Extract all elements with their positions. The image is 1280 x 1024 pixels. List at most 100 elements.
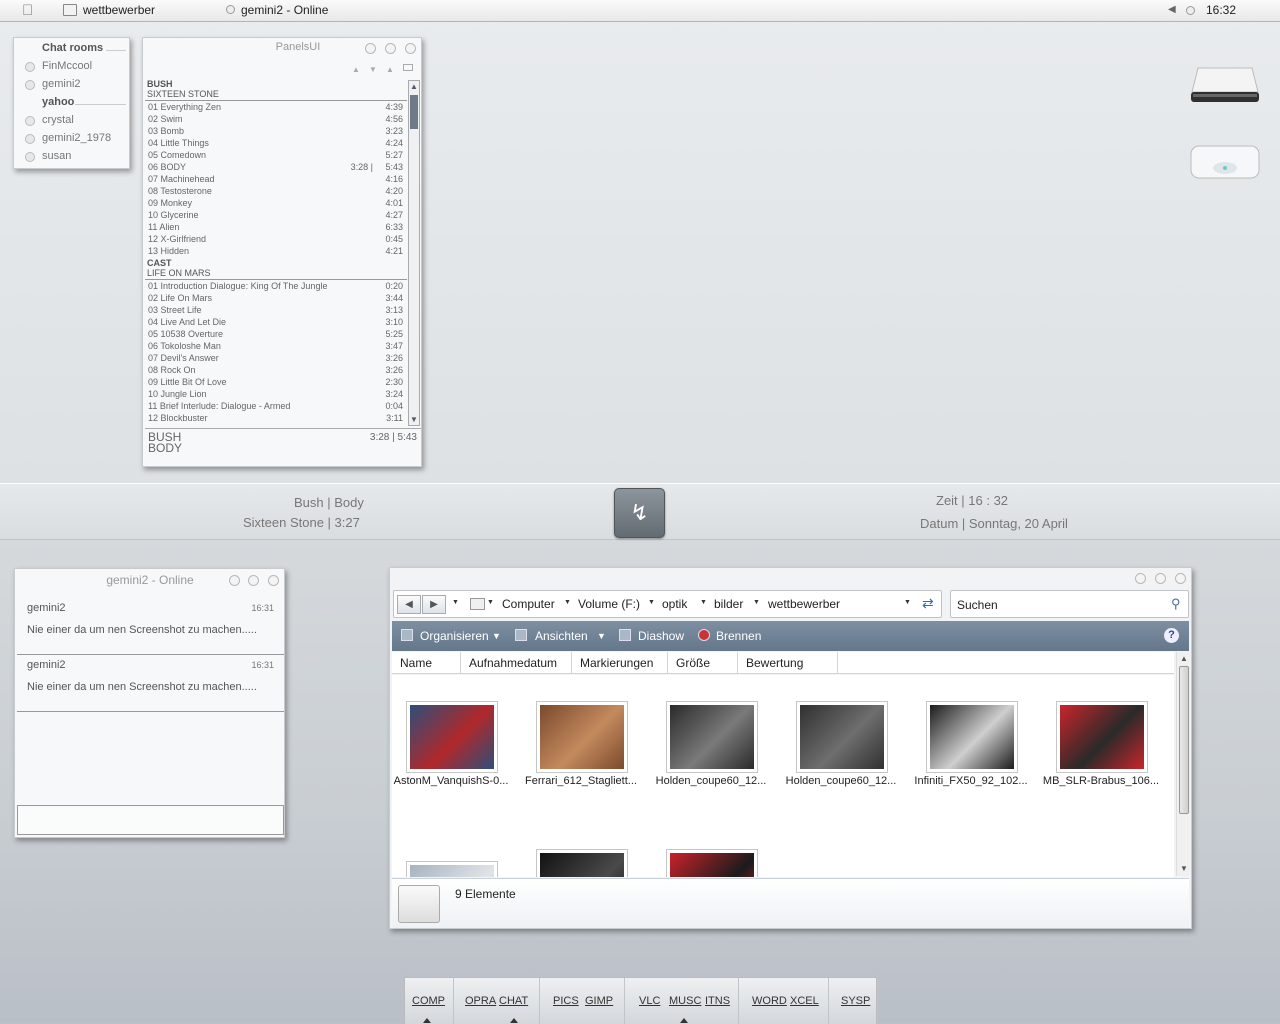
sort-up-icon[interactable]: ▲ xyxy=(352,65,360,74)
scroll-thumb[interactable] xyxy=(1179,666,1189,814)
chat-room-item[interactable]: crystal xyxy=(14,112,131,130)
close-button[interactable] xyxy=(268,575,279,586)
scroll-up-icon[interactable]: ▲ xyxy=(410,82,418,91)
chat-room-item[interactable]: gemini2_1978 xyxy=(14,130,131,148)
sort-down-icon[interactable]: ▼ xyxy=(369,65,377,74)
file-thumbnail[interactable] xyxy=(1056,701,1148,773)
breadcrumb-bilder[interactable]: bilder xyxy=(714,597,743,611)
playlist-track[interactable]: 05 Comedown 5:27 xyxy=(148,149,403,161)
file-thumbnail[interactable] xyxy=(666,701,758,773)
file-thumbnail[interactable] xyxy=(666,849,758,877)
playlist-scrollbar[interactable]: ▲ ▼ xyxy=(408,80,420,426)
chevron-down-icon[interactable]: ▼ xyxy=(700,599,707,606)
apple-icon[interactable]:  xyxy=(22,2,38,19)
file-thumbnail[interactable] xyxy=(926,701,1018,773)
playlist-track[interactable]: 01 Everything Zen 4:39 xyxy=(148,101,403,113)
maximize-button[interactable] xyxy=(1155,573,1166,584)
file-name[interactable]: Ferrari_612_Stagliett... xyxy=(516,775,646,787)
minimize-button[interactable] xyxy=(1135,573,1146,584)
playlist-track[interactable]: 02 Swim 4:56 xyxy=(148,113,403,125)
playlist-track[interactable]: 03 Bomb 3:23 xyxy=(148,125,403,137)
dock-item-vlc[interactable]: VLC xyxy=(639,995,660,1007)
scroll-down-icon[interactable]: ▼ xyxy=(1180,864,1188,873)
collapse-icon[interactable]: ▲ xyxy=(386,65,394,74)
lightning-button[interactable]: ↯ xyxy=(614,488,665,538)
column-date[interactable]: Aufnahmedatum xyxy=(461,652,572,674)
views-button[interactable]: Ansichten xyxy=(535,629,588,643)
volume-icon[interactable]: ◀ xyxy=(1168,4,1176,15)
breadcrumb-wettbewerber[interactable]: wettbewerber xyxy=(768,597,840,611)
file-thumbnail[interactable] xyxy=(406,701,498,773)
chat-input[interactable] xyxy=(17,805,284,835)
chevron-down-icon[interactable]: ▼ xyxy=(564,599,571,606)
folder-icon[interactable] xyxy=(403,64,413,71)
dock-item-gimp[interactable]: GIMP xyxy=(585,995,613,1007)
dock-item-chat[interactable]: CHAT xyxy=(499,995,528,1007)
chat-room-item[interactable]: susan xyxy=(14,148,131,166)
playlist-track[interactable]: 13 Hidden 4:21 xyxy=(148,245,403,257)
file-name[interactable]: Infiniti_FX50_92_102... xyxy=(906,775,1036,787)
file-scrollbar[interactable]: ▲ ▼ xyxy=(1176,652,1190,876)
file-name[interactable]: Holden_coupe60_12... xyxy=(776,775,906,787)
address-bar[interactable]: ◀ ▶ ▼ ▼ Computer ▼ Volume (F:) ▼ optik ▼… xyxy=(393,590,942,618)
chevron-down-icon[interactable]: ▼ xyxy=(753,599,760,606)
scroll-up-icon[interactable]: ▲ xyxy=(1180,654,1188,663)
playlist-track[interactable]: 08 Rock On 3:26 xyxy=(148,364,403,376)
back-button[interactable]: ◀ xyxy=(397,595,421,614)
chat-room-item[interactable]: FinMccool xyxy=(14,58,131,76)
column-tags[interactable]: Markierungen xyxy=(572,652,668,674)
active-window-title[interactable]: wettbewerber xyxy=(83,3,155,17)
search-input[interactable]: Suchen ⚲ xyxy=(950,590,1189,618)
dock-item-xcel[interactable]: XCEL xyxy=(790,995,819,1007)
playlist-track[interactable]: 11 Alien 6:33 xyxy=(148,221,403,233)
refresh-icon[interactable]: ⇄ xyxy=(922,595,934,612)
dock-item-sysp[interactable]: SYSP xyxy=(841,995,870,1007)
playlist-track[interactable]: 12 X-Girlfriend 0:45 xyxy=(148,233,403,245)
scroll-down-icon[interactable]: ▼ xyxy=(410,415,418,424)
scroll-thumb[interactable] xyxy=(410,95,418,129)
dock-item-pics[interactable]: PICS xyxy=(553,995,579,1007)
playlist-track[interactable]: 07 Devil's Answer 3:26 xyxy=(148,352,403,364)
dock-item-itns[interactable]: ITNS xyxy=(705,995,730,1007)
file-thumbnail[interactable] xyxy=(536,701,628,773)
playlist-track[interactable]: 07 Machinehead 4:16 xyxy=(148,173,403,185)
playlist-track[interactable]: 05 10538 Overture 5:25 xyxy=(148,328,403,340)
search-icon[interactable]: ⚲ xyxy=(1171,596,1181,612)
minimize-button[interactable] xyxy=(229,575,240,586)
column-name[interactable]: Name xyxy=(392,652,461,674)
chat-status-title[interactable]: gemini2 - Online xyxy=(241,3,328,17)
organize-button[interactable]: Organisieren xyxy=(420,629,489,643)
slideshow-button[interactable]: Diashow xyxy=(638,629,684,643)
file-name[interactable]: MB_SLR-Brabus_106... xyxy=(1036,775,1166,787)
dock-item-musc[interactable]: MUSC xyxy=(669,995,701,1007)
playlist-track[interactable]: 01 Introduction Dialogue: King Of The Ju… xyxy=(148,280,403,292)
chevron-down-icon[interactable]: ▼ xyxy=(597,631,606,641)
forward-button[interactable]: ▶ xyxy=(422,595,446,614)
playlist-track[interactable]: 04 Little Things 4:24 xyxy=(148,137,403,149)
playlist-track[interactable]: 04 Live And Let Die 3:10 xyxy=(148,316,403,328)
chevron-down-icon[interactable]: ▼ xyxy=(648,599,655,606)
history-dropdown-icon[interactable]: ▼ xyxy=(452,599,459,606)
playlist-track[interactable]: 10 Jungle Lion 3:24 xyxy=(148,388,403,400)
playlist-track[interactable]: 11 Brief Interlude: Dialogue - Armed 0:04 xyxy=(148,400,403,412)
removable-drive-icon[interactable] xyxy=(1190,140,1260,182)
playlist-track[interactable]: 03 Street Life 3:13 xyxy=(148,304,403,316)
playlist-track[interactable]: 10 Glycerine 4:27 xyxy=(148,209,403,221)
playlist-track[interactable]: 09 Little Bit Of Love 2:30 xyxy=(148,376,403,388)
file-thumbnail[interactable] xyxy=(796,701,888,773)
file-thumbnail[interactable] xyxy=(536,849,628,877)
column-rating[interactable]: Bewertung xyxy=(738,652,838,674)
playlist-track[interactable]: 06 Tokoloshe Man 3:47 xyxy=(148,340,403,352)
file-name[interactable]: Holden_coupe60_12... xyxy=(646,775,776,787)
chat-room-item[interactable]: gemini2 xyxy=(14,76,131,94)
maximize-button[interactable] xyxy=(385,43,396,54)
address-dropdown-icon[interactable]: ▼ xyxy=(904,599,911,606)
dock-item-comp[interactable]: COMP xyxy=(412,995,445,1007)
breadcrumb-volume[interactable]: Volume (F:) xyxy=(578,597,640,611)
help-icon[interactable]: ? xyxy=(1164,628,1179,643)
minimize-button[interactable] xyxy=(365,43,376,54)
chevron-down-icon[interactable]: ▼ xyxy=(487,599,494,606)
playlist-track[interactable]: 06 BODY 3:28 | 5:43 xyxy=(148,161,403,173)
column-size[interactable]: Größe xyxy=(668,652,738,674)
playlist-track[interactable]: 08 Testosterone 4:20 xyxy=(148,185,403,197)
